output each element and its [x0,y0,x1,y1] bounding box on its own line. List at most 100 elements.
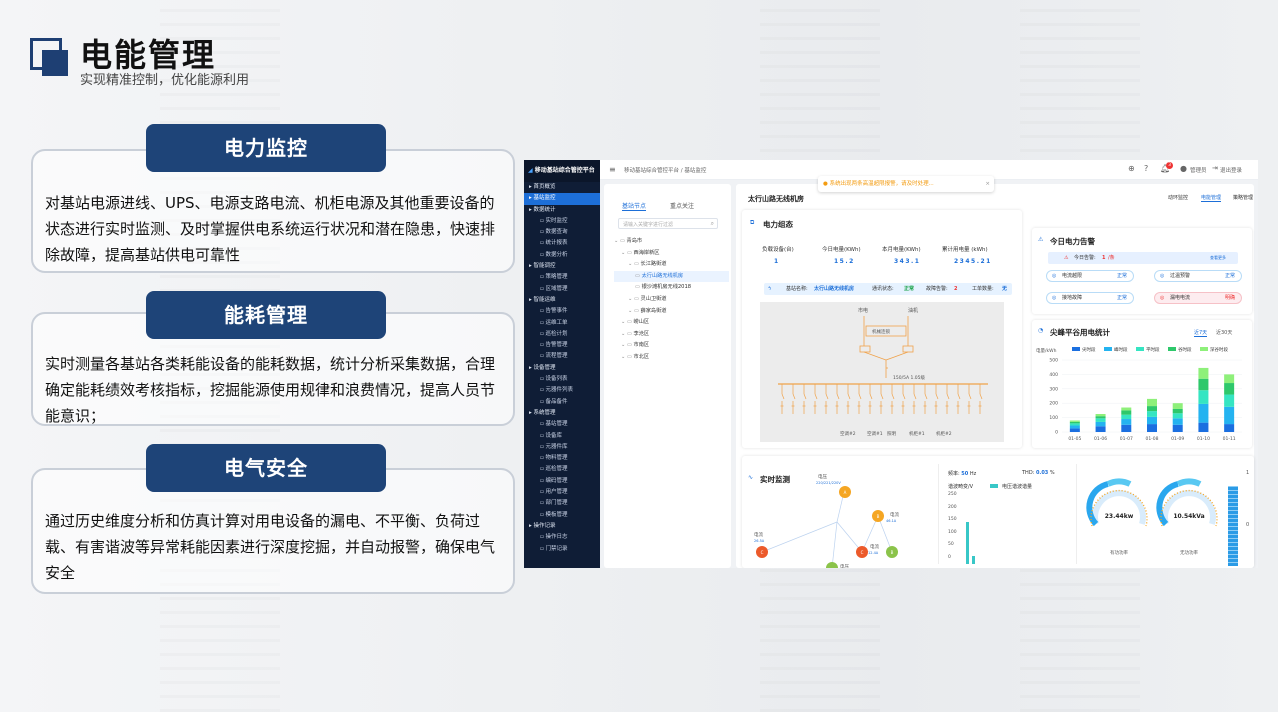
tree-node[interactable]: ▭ 太行山路无线机房 [614,270,729,283]
diagram-icon: ⧉ [750,219,755,226]
tree-search-input[interactable]: 请输入关键字进行过滤 ⌕ [618,218,718,229]
sidebar-item[interactable]: ▫ 数据查询 [524,227,600,238]
sidebar-item[interactable]: ▫ 基站管理 [524,419,600,430]
single-line-diagram: 市电 油机 机械连锁 150/5A 1.05级 空调#2 空调#1 照明 机柜#… [760,302,1004,442]
sidebar-item[interactable]: ▫ 巡检管理 [524,464,600,475]
sidebar-item[interactable]: ▫ 策略管理 [524,272,600,283]
sidebar-item[interactable]: ▫ 门禁记录 [524,544,600,555]
tree-node[interactable]: ⌄ ▭ 灵山卫街道 [614,294,729,306]
harmonic-tick: 150 [948,517,957,522]
sidebar-item[interactable]: ▫ 区域管理 [524,284,600,295]
sidebar-item[interactable]: ▸ 首页概览 [524,182,600,193]
tab-strategy[interactable]: 策略管理 [1233,194,1253,201]
sidebar-item[interactable]: ▫ 元器件库 [524,442,600,453]
chart-bar-segment [1224,406,1235,425]
sidebar-item[interactable]: ▫ 设备库 [524,431,600,442]
tree-node[interactable]: ⌄ ▭ 青岛市 [614,236,729,248]
user-name[interactable]: 管理员 [1190,166,1207,174]
sidebar-item-label: 系统管理 [533,409,556,416]
tree-node[interactable]: ⌄ ▭ 市南区 [614,340,729,352]
harmonic-axis: 250 200 150 100 50 0 [948,492,968,564]
sidebar-item-label: 数据查询 [545,229,568,236]
tab-env[interactable]: 动环监控 [1168,194,1188,201]
sidebar-item[interactable]: ▸ 基站监控 [524,193,600,205]
sidebar-item[interactable]: ▫ 数据分析 [524,250,600,261]
tree-node[interactable]: ▭ 银沙滩机房无线2018 [614,282,729,294]
legend-label: 尖时段 [1082,346,1096,353]
sidebar-item[interactable]: ▫ 巡检计划 [524,329,600,340]
sidebar-item[interactable]: ▫ 告警事件 [524,306,600,317]
sidebar-item[interactable]: ▫ 设备列表 [524,374,600,385]
chart-bar-segment [1147,398,1157,407]
logout-icon: ⇥ [1212,164,1218,172]
sidebar-item[interactable]: ▫ 运维工单 [524,318,600,329]
sidebar-item-label: 首页概览 [533,184,556,190]
chart-title: 尖峰平谷用电统计 [1050,328,1110,337]
tree-node[interactable]: ⌄ ▭ 长江路街道 [614,259,729,271]
sidebar-item[interactable]: ▸ 系统管理 [524,408,600,419]
sidebar-item[interactable]: ▫ 物料管理 [524,453,600,464]
folder-icon: ⌄ ▭ [614,238,627,244]
tab-7days[interactable]: 近7天 [1194,329,1208,337]
tree-node[interactable]: ⌄ ▭ 崂山区 [614,317,729,329]
wiring-diagram-svg: 市电 油机 机械连锁 150/5A 1.05级 空调#2 空调#1 照明 机柜#… [778,307,988,437]
sidebar-item[interactable]: ▸ 智能调控 [524,261,600,272]
sidebar-item[interactable]: ▫ 备品备件 [524,397,600,408]
add-icon[interactable]: ⊕ [1128,164,1135,173]
station-name: 太行山路无线机房 [814,286,855,292]
metric-value: 2345.21 [954,258,992,265]
chart-bar-segment [1224,424,1235,432]
y-tick-label: 200 [1049,401,1058,407]
sidebar-item[interactable]: ▸ 智能运维 [524,295,600,306]
more-link[interactable]: 查看更多 [1210,252,1226,264]
svg-text:B: B [891,550,894,555]
tree-node-label: 太行山路无线机房 [641,272,684,279]
sidebar-item[interactable]: ▸ 设备管理 [524,363,600,374]
sidebar-item[interactable]: ▫ 流程管理 [524,351,600,362]
tab-tree-nodes[interactable]: 基站节点 [622,201,647,211]
tab-30days[interactable]: 近30天 [1216,329,1232,336]
sidebar-item-label: 统计报表 [545,240,568,247]
sidebar-item-label: 策略管理 [545,274,568,281]
chart-bar-segment [1224,394,1235,407]
sidebar-item[interactable]: ▫ 编码管理 [524,476,600,487]
sidebar-item[interactable]: ▫ 模板管理 [524,510,600,521]
sidebar-item[interactable]: ▫ 实时监控 [524,216,600,227]
sidebar-item[interactable]: ▫ 告警管理 [524,340,600,351]
alarm-bell-icon: ⚠ [1064,255,1069,261]
tree-node[interactable]: ⌄ ▭ 市北区 [614,352,729,364]
chart-bar-segment [1198,367,1209,379]
help-icon[interactable]: ? [1144,164,1148,173]
today-alarm-count: 1 [1102,255,1106,261]
svg-text:电压: 电压 [818,473,827,480]
tree-node[interactable]: ⌄ ▭ 李沧区 [614,329,729,341]
close-icon[interactable]: × [985,176,990,192]
tab-focus[interactable]: 重点关注 [670,201,694,210]
chart-bar-segment [1147,411,1157,417]
legend-swatch [1072,347,1080,351]
sidebar-item-label: 运维工单 [545,319,568,326]
folder-icon: ⌄ ▭ [621,353,634,360]
sidebar-item[interactable]: ▫ 用户管理 [524,487,600,498]
sidebar-item[interactable]: ▫ 操作日志 [524,532,600,543]
svg-text:12.4A: 12.4A [868,551,879,555]
sidebar-item[interactable]: ▸ 数据统计 [524,205,600,216]
sidebar-item[interactable]: ▫ 统计报表 [524,238,600,249]
sidebar-item[interactable]: ▫ 元器件列表 [524,385,600,396]
sidebar-item[interactable]: ▸ 操作记录 [524,521,600,532]
logout-link[interactable]: 退出登录 [1220,166,1242,174]
tree-node-label: 长江路街道 [640,261,667,268]
chart-bar-segment [1224,383,1235,395]
folder-icon: ⌄ ▭ [621,249,634,256]
svg-text:220/221/220V: 220/221/220V [816,481,841,485]
svg-text:电流: 电流 [870,543,879,550]
harmonic-tick: 100 [948,529,957,535]
tab-energy[interactable]: 电能管理 [1201,194,1222,202]
feeder-branch [967,384,972,414]
slide-subtitle: 实现精准控制，优化能源利用 [80,73,250,88]
tree-node[interactable]: ⌄ ▭ 薛家岛街道 [614,306,729,318]
tree-node[interactable]: ⌄ ▭ 西海岸新区 [614,248,729,260]
sidebar-item[interactable]: ▫ 部门管理 [524,498,600,509]
menu-fold-icon[interactable]: ≡ [609,165,616,174]
chart-bar-segment [1147,424,1157,432]
